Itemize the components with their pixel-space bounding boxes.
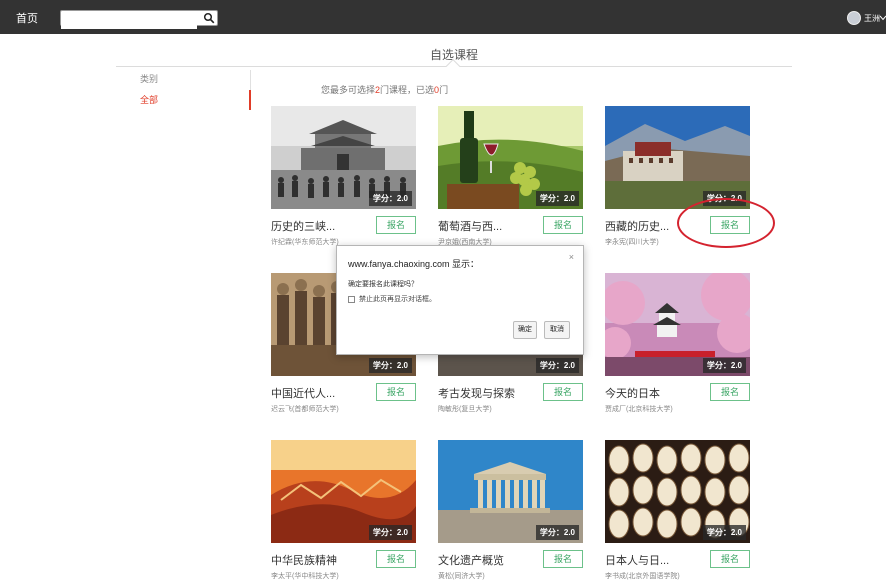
confirm-dialog: www.fanya.chaoxing.com 显示： × 确定要报名此课程吗？ …	[336, 245, 584, 355]
user-menu[interactable]: 王洲	[847, 11, 886, 25]
search-box	[60, 10, 218, 29]
credit-badge: 学分：2.0	[368, 191, 412, 206]
top-bar: 首页 王洲	[0, 0, 886, 34]
course-title[interactable]: 历史的三峡...	[271, 218, 335, 234]
credit-badge: 学分：2.0	[702, 358, 746, 373]
course-title[interactable]: 葡萄酒与西...	[438, 218, 502, 234]
notice-suffix: 门	[439, 85, 449, 95]
course-thumbnail[interactable]: 学分：2.0	[605, 273, 750, 376]
course-thumbnail[interactable]: 学分：2.0	[271, 440, 416, 543]
highlight-circle	[677, 198, 775, 248]
course-teacher: 贾成厂(北京科技大学)	[605, 406, 673, 413]
search-icon[interactable]	[203, 12, 215, 24]
credit-badge: 学分：2.0	[368, 525, 412, 540]
course-teacher: 李太平(华中科技大学)	[271, 573, 339, 580]
avatar	[847, 11, 861, 25]
ok-button[interactable]: 确定	[513, 321, 537, 339]
sidebar-active-indicator	[249, 90, 251, 110]
course-card: 学分：2.0 今天的日本 贾成厂(北京科技大学) 报名	[605, 273, 750, 413]
credit-badge: 学分：2.0	[535, 358, 579, 373]
course-teacher: 李书成(北京外国语学院)	[605, 573, 680, 580]
category-sidebar: 类别 全部	[140, 72, 158, 106]
selection-notice: 您最多可选择2门课程，已选0门	[321, 83, 448, 96]
notice-prefix: 您最多可选择	[321, 85, 376, 95]
suppress-label: 禁止此页再显示对话框。	[359, 296, 436, 303]
dialog-title: www.fanya.chaoxing.com 显示：	[348, 259, 480, 269]
category-all[interactable]: 全部	[140, 93, 158, 106]
page-title: 自选课程	[429, 48, 478, 62]
suppress-dialog-option[interactable]: 禁止此页再显示对话框。	[348, 294, 436, 304]
course-card: 学分：2.0 中华民族精神 李太平(华中科技大学) 报名	[271, 440, 416, 580]
course-thumbnail[interactable]: 学分：2.0	[438, 106, 583, 209]
course-teacher: 迟云飞(首都师范大学)	[271, 406, 339, 413]
suppress-checkbox[interactable]	[348, 295, 355, 303]
enroll-button[interactable]: 报名	[710, 383, 750, 401]
user-name: 王洲	[864, 13, 880, 23]
course-title[interactable]: 日本人与日...	[605, 552, 669, 568]
course-thumbnail[interactable]: 学分：2.0	[438, 440, 583, 543]
course-thumbnail[interactable]: 学分：2.0	[605, 440, 750, 543]
course-title[interactable]: 中国近代人...	[271, 385, 335, 401]
notice-middle: 门课程，已选	[380, 85, 435, 95]
course-title[interactable]: 文化遗产概览	[438, 552, 504, 568]
credit-badge: 学分：2.0	[368, 358, 412, 373]
enroll-button[interactable]: 报名	[543, 550, 583, 568]
cancel-button[interactable]: 取消	[544, 321, 570, 339]
course-thumbnail[interactable]: 学分：2.0	[605, 106, 750, 209]
course-teacher: 李永宪(四川大学)	[605, 239, 659, 246]
home-link[interactable]: 首页	[16, 10, 38, 26]
enroll-button[interactable]: 报名	[376, 216, 416, 234]
enroll-button[interactable]: 报名	[710, 550, 750, 568]
course-title[interactable]: 今天的日本	[605, 385, 660, 401]
course-card: 学分：2.0 葡萄酒与西... 尹京娥(西南大学) 报名	[438, 106, 583, 246]
course-thumbnail[interactable]: 学分：2.0	[271, 106, 416, 209]
credit-badge: 学分：2.0	[535, 525, 579, 540]
category-title: 类别	[140, 74, 159, 84]
enroll-button[interactable]: 报名	[543, 216, 583, 234]
course-title[interactable]: 中华民族精神	[271, 552, 337, 568]
course-card: 学分：2.0 文化遗产概览 黄松(同济大学) 报名	[438, 440, 583, 580]
credit-badge: 学分：2.0	[702, 525, 746, 540]
search-input[interactable]	[61, 14, 197, 29]
course-card: 学分：2.0 历史的三峡... 许纪霖(华东师范大学) 报名	[271, 106, 416, 246]
enroll-button[interactable]: 报名	[376, 550, 416, 568]
dialog-message: 确定要报名此课程吗？	[348, 281, 418, 288]
chevron-down-icon	[880, 15, 886, 21]
course-title[interactable]: 考古发现与探索	[438, 385, 515, 401]
course-title[interactable]: 西藏的历史...	[605, 218, 669, 234]
course-teacher: 陶敏彤(复旦大学)	[438, 406, 492, 413]
credit-badge: 学分：2.0	[535, 191, 579, 206]
close-icon[interactable]: ×	[569, 252, 574, 262]
course-card: 学分：2.0 西藏的历史... 李永宪(四川大学) 报名	[605, 106, 750, 246]
course-teacher: 许纪霖(华东师范大学)	[271, 239, 339, 246]
course-card: 学分：2.0 日本人与日... 李书成(北京外国语学院) 报名	[605, 440, 750, 580]
course-teacher: 黄松(同济大学)	[438, 573, 485, 580]
enroll-button[interactable]: 报名	[543, 383, 583, 401]
enroll-button[interactable]: 报名	[376, 383, 416, 401]
